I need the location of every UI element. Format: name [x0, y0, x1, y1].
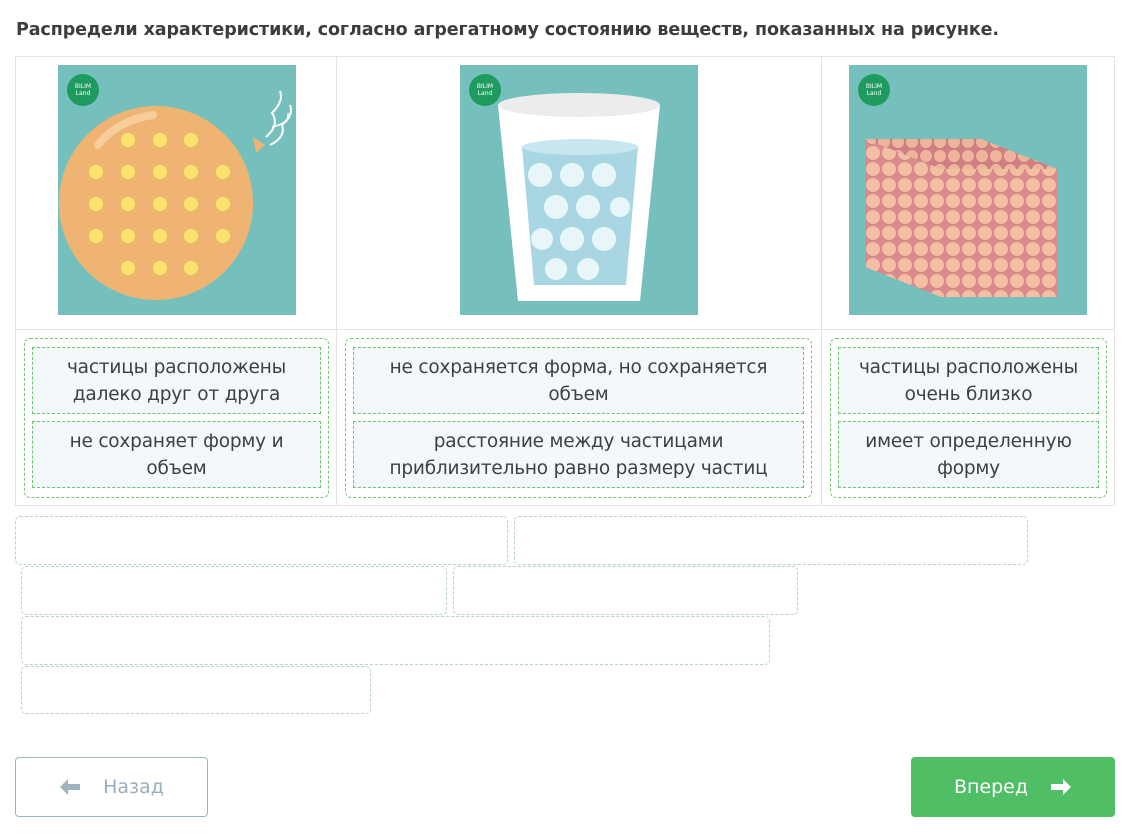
- answer-card[interactable]: частицы расположены очень близко: [838, 347, 1099, 414]
- logo-text: BILIM: [477, 83, 493, 90]
- task-title: Распредели характеристики, согласно агре…: [16, 20, 999, 40]
- drop-zone-liquid[interactable]: не сохраняется форма, но сохраняется объ…: [345, 338, 812, 498]
- answer-card[interactable]: имеет определенную форму: [838, 421, 1099, 488]
- svg-text:Land: Land: [867, 90, 882, 97]
- answer-card[interactable]: частицы расположены далеко друг от друга: [32, 347, 321, 414]
- empty-answer-slot[interactable]: [453, 566, 798, 615]
- back-button-label: Назад: [103, 776, 164, 798]
- column-divider: [821, 57, 822, 505]
- svg-text:Land: Land: [478, 90, 493, 97]
- arrow-right-icon: [1050, 778, 1072, 796]
- empty-answer-slot[interactable]: [21, 616, 770, 665]
- glass-of-water-liquid-image: BILIM Land: [460, 65, 698, 315]
- row-divider: [16, 329, 1114, 330]
- answer-card[interactable]: расстояние между частицами приблизительн…: [353, 421, 804, 488]
- drop-zone-gas[interactable]: частицы расположены далеко друг от друга…: [24, 338, 329, 498]
- next-button-label: Вперед: [953, 776, 1029, 798]
- answer-card[interactable]: не сохраняет форму и объем: [32, 421, 321, 488]
- arrow-left-icon: [59, 778, 81, 796]
- empty-answer-slot[interactable]: [15, 516, 508, 565]
- back-button[interactable]: Назад: [15, 757, 208, 817]
- column-divider: [336, 57, 337, 505]
- empty-answer-slot[interactable]: [21, 566, 447, 615]
- balloon-gas-image: BILIM Land: [58, 65, 296, 315]
- logo-text: BILIM: [866, 83, 882, 90]
- logo-text: BILIM: [75, 83, 91, 90]
- svg-text:Land: Land: [76, 90, 91, 97]
- empty-answer-slot[interactable]: [21, 666, 371, 714]
- answer-card[interactable]: не сохраняется форма, но сохраняется объ…: [353, 347, 804, 414]
- cube-solid-image: BILIM Land: [849, 65, 1087, 315]
- sorting-table: BILIM Land BILIM Land BILIM Land частицы…: [15, 56, 1115, 506]
- empty-answer-slot[interactable]: [514, 516, 1028, 565]
- next-button[interactable]: Вперед: [911, 757, 1115, 817]
- drop-zone-solid[interactable]: частицы расположены очень близко имеет о…: [830, 338, 1107, 498]
